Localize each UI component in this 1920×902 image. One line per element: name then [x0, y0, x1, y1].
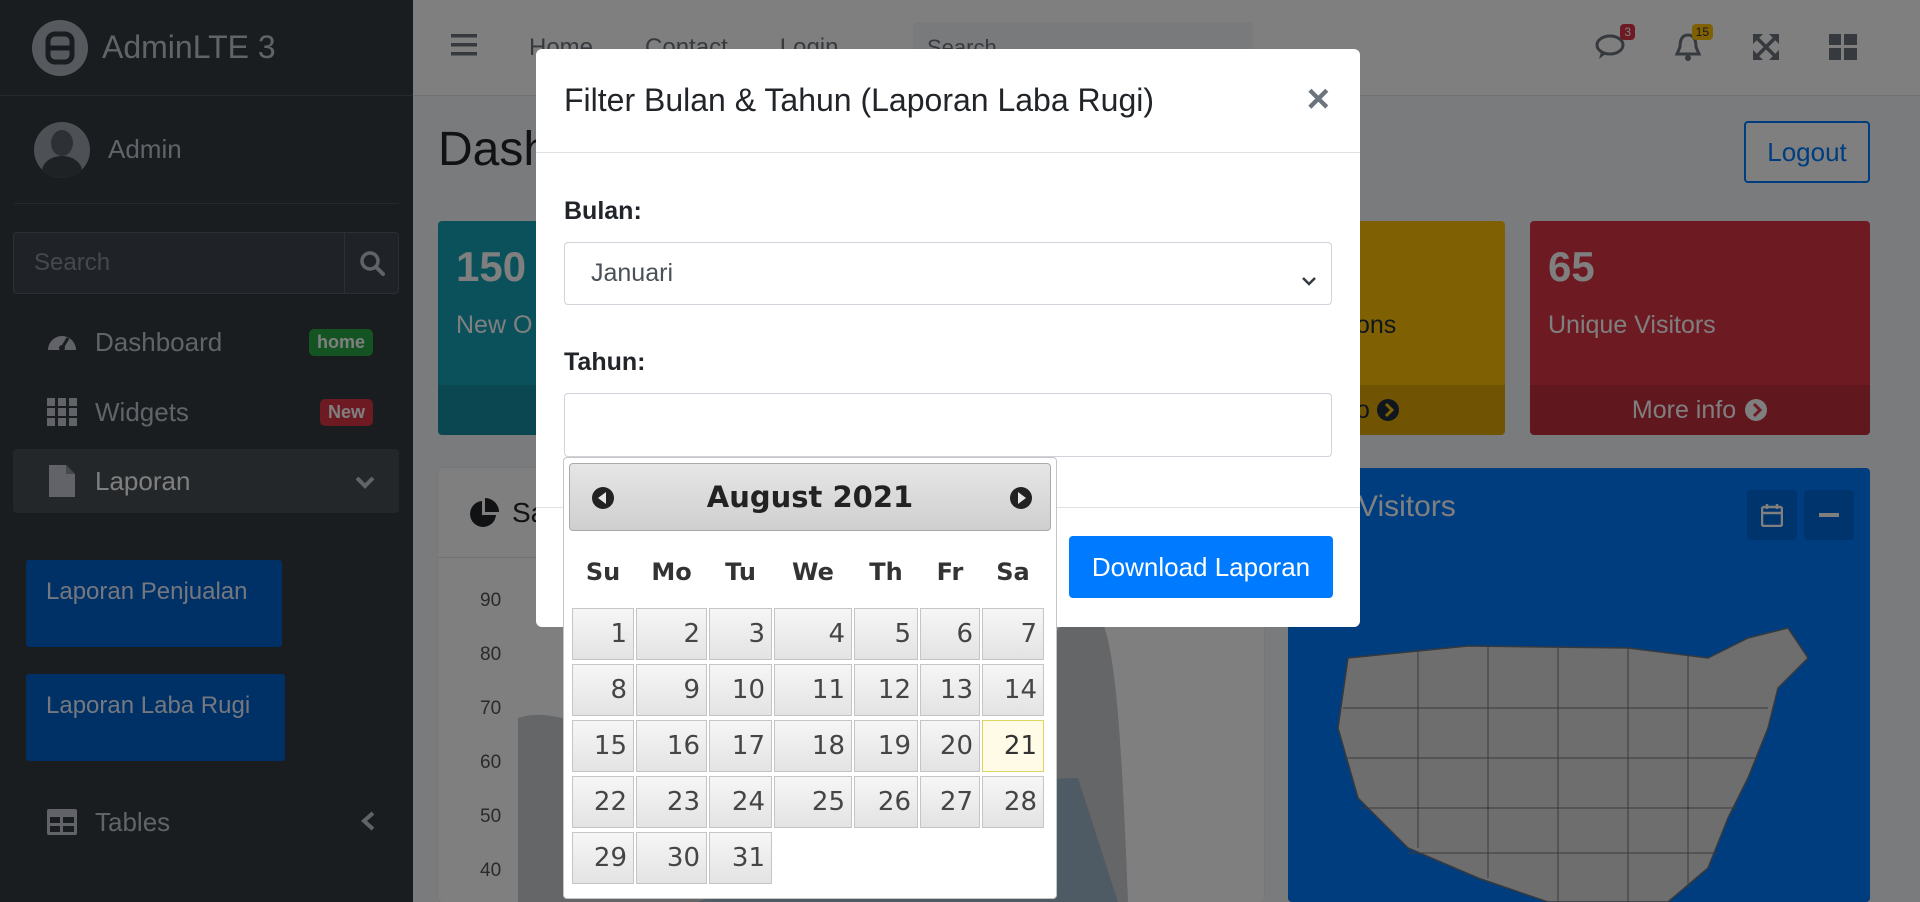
calendar-day[interactable]: 27 — [920, 776, 980, 828]
calendar-day[interactable]: 25 — [774, 776, 852, 828]
calendar-day[interactable]: 17 — [709, 720, 772, 772]
calendar-day[interactable]: 16 — [636, 720, 707, 772]
datepicker: August 2021 Su Mo Tu We Th Fr Sa 1 2 3 4 5 6 7 8 9 10 11… — [563, 457, 1057, 899]
bulan-label: Bulan: — [564, 197, 642, 225]
calendar-day[interactable]: 14 — [982, 664, 1044, 716]
calendar-day[interactable]: 1 — [572, 608, 634, 660]
calendar-day[interactable]: 19 — [854, 720, 918, 772]
datepicker-month-year: August 2021 — [706, 480, 914, 514]
calendar-day[interactable]: 10 — [709, 664, 772, 716]
calendar-day[interactable]: 26 — [854, 776, 918, 828]
calendar-day-today[interactable]: 21 — [982, 720, 1044, 772]
calendar-day[interactable]: 7 — [982, 608, 1044, 660]
calendar-day[interactable]: 15 — [572, 720, 634, 772]
calendar-day[interactable]: 8 — [572, 664, 634, 716]
calendar-day[interactable]: 24 — [709, 776, 772, 828]
modal-title: Filter Bulan & Tahun (Laporan Laba Rugi) — [564, 82, 1154, 118]
calendar-day[interactable]: 28 — [982, 776, 1044, 828]
calendar-day[interactable]: 6 — [920, 608, 980, 660]
calendar-day[interactable]: 22 — [572, 776, 634, 828]
weekday-header: We — [792, 558, 834, 586]
tahun-label: Tahun: — [564, 348, 646, 376]
download-laporan-button[interactable]: Download Laporan — [1069, 536, 1333, 598]
weekday-header: Th — [869, 558, 903, 586]
calendar-day[interactable]: 5 — [854, 608, 918, 660]
tahun-input[interactable] — [564, 393, 1332, 457]
calendar-day[interactable]: 12 — [854, 664, 918, 716]
calendar-day[interactable]: 29 — [572, 832, 634, 884]
calendar-day[interactable]: 4 — [774, 608, 852, 660]
next-month-icon[interactable] — [1006, 483, 1036, 513]
weekday-header: Sa — [996, 558, 1030, 586]
weekday-header: Su — [585, 558, 621, 586]
prev-month-icon[interactable] — [588, 483, 618, 513]
weekday-header: Mo — [651, 558, 692, 586]
calendar-day[interactable]: 3 — [709, 608, 772, 660]
calendar-day[interactable]: 20 — [920, 720, 980, 772]
bulan-selected-value: Januari — [591, 259, 673, 287]
calendar-day[interactable]: 18 — [774, 720, 852, 772]
weekday-header: Fr — [936, 558, 964, 586]
calendar-day[interactable]: 31 — [709, 832, 772, 884]
close-button[interactable]: × — [1307, 75, 1330, 123]
modal-header: Filter Bulan & Tahun (Laporan Laba Rugi) — [536, 49, 1360, 153]
calendar-day[interactable]: 2 — [636, 608, 707, 660]
chevron-down-icon — [1301, 265, 1317, 294]
datepicker-header: August 2021 — [569, 463, 1051, 531]
calendar-day[interactable]: 13 — [920, 664, 980, 716]
calendar-day[interactable]: 9 — [636, 664, 707, 716]
calendar-day[interactable]: 23 — [636, 776, 707, 828]
calendar-day[interactable]: 30 — [636, 832, 707, 884]
calendar-day[interactable]: 11 — [774, 664, 852, 716]
bulan-select[interactable]: Januari — [564, 242, 1332, 305]
weekday-header: Tu — [725, 558, 756, 586]
